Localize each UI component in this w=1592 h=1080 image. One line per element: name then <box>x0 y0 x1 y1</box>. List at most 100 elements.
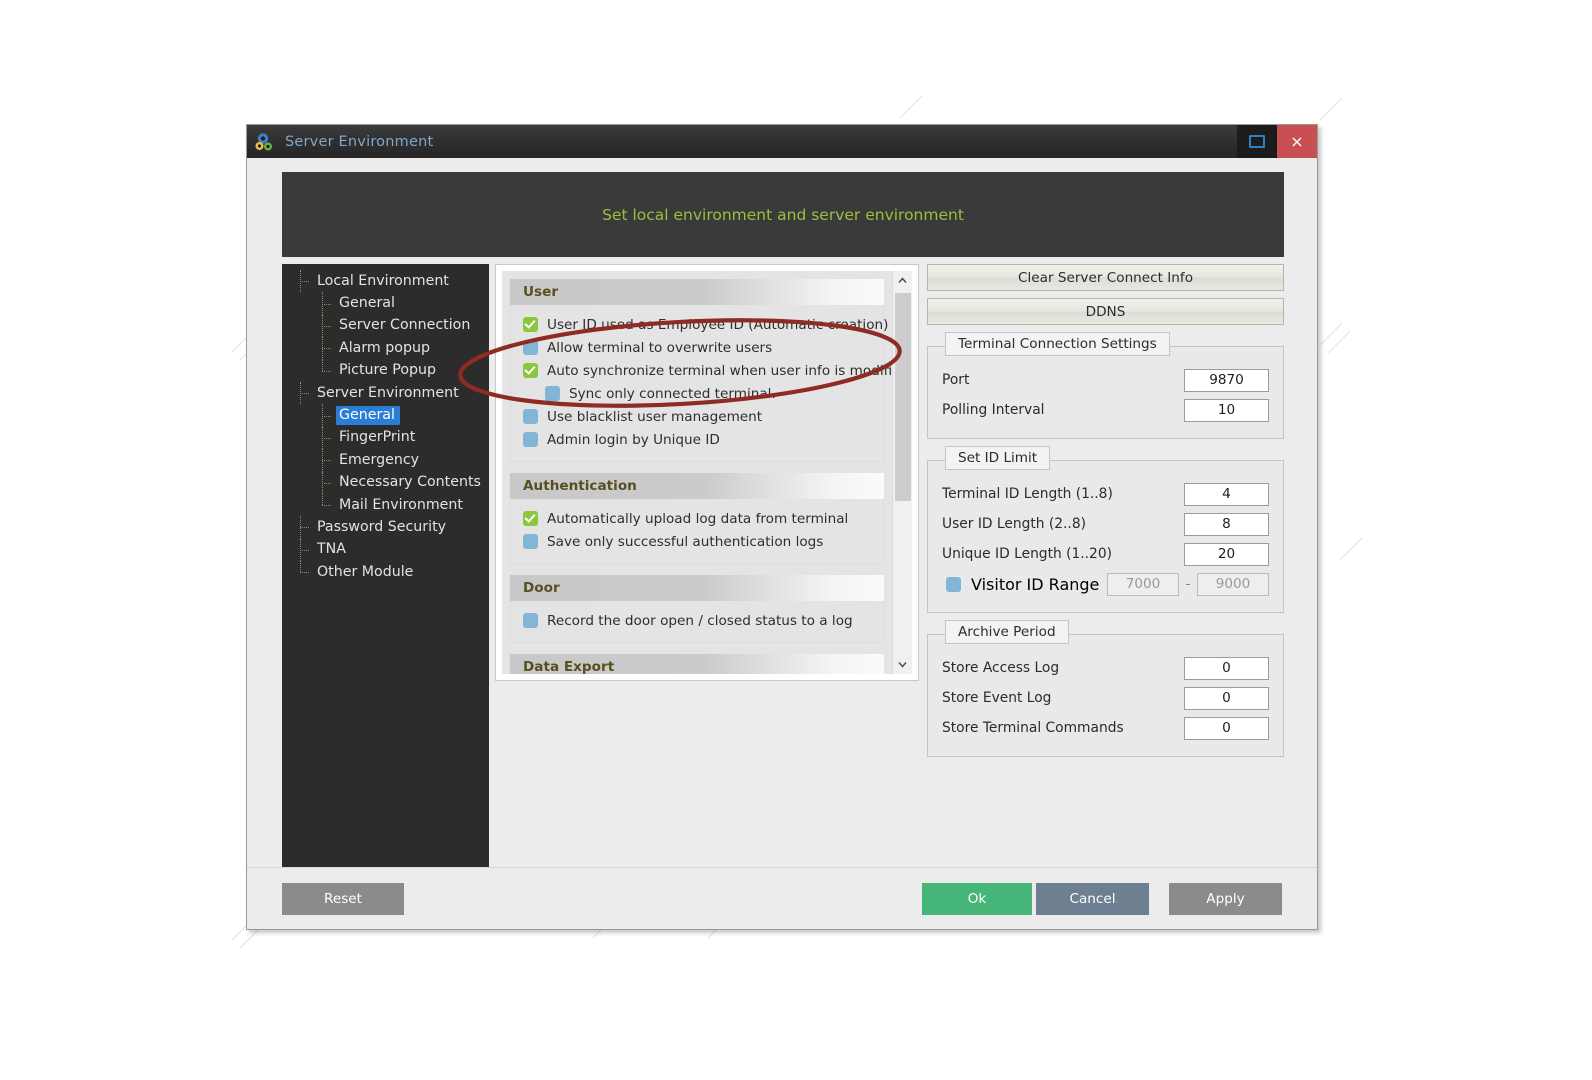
terminal-connection-settings-fieldset: Terminal Connection Settings Port 9870 Pol… <box>927 332 1284 439</box>
scroll-down-button[interactable] <box>893 655 912 674</box>
ddns-button[interactable]: DDNS <box>927 298 1284 325</box>
clear-server-connect-info-button[interactable]: Clear Server Connect Info <box>927 264 1284 291</box>
tree-item-other-module[interactable]: Other Module <box>282 561 489 583</box>
tree-item-tna[interactable]: TNA <box>282 538 489 562</box>
maximize-button[interactable] <box>1237 125 1277 158</box>
checkbox-row[interactable]: Sync only connected terminal. <box>523 383 873 404</box>
tree-item-label: Password Security <box>317 518 447 535</box>
field-value-input[interactable]: 0 <box>1184 686 1269 710</box>
checkbox-label: Automatically upload log data from termi… <box>547 510 849 527</box>
field-value-input[interactable]: 0 <box>1184 656 1269 680</box>
tree-item-password-security[interactable]: Password Security <box>282 516 489 540</box>
checkbox-row[interactable]: Automatically upload log data from termi… <box>523 508 873 529</box>
tree-item-label: Picture Popup <box>339 362 437 379</box>
checkbox-unchecked-icon[interactable] <box>523 534 538 549</box>
checkbox-unchecked-icon[interactable] <box>545 386 560 401</box>
scrollbar-thumb[interactable] <box>895 293 911 501</box>
tree-item-alarm-popup[interactable]: Alarm popup <box>282 337 489 360</box>
apply-button[interactable]: Apply <box>1169 883 1282 915</box>
settings-group-title: Authentication <box>510 473 884 499</box>
field-value-input[interactable]: 20 <box>1184 542 1269 566</box>
field-label: User ID Length (2..8) <box>942 516 1086 532</box>
title-bar[interactable]: Server Environment × <box>247 125 1317 158</box>
checkbox-row[interactable]: User ID used as Employee ID (Automatic c… <box>523 314 888 335</box>
tree-item-general[interactable]: General <box>282 404 489 428</box>
set-id-limit-fieldset: Set ID Limit Terminal ID Length (1..8) 4 U… <box>927 446 1284 613</box>
field-row: Port 9870 <box>942 365 1269 395</box>
tree-item-picture-popup[interactable]: Picture Popup <box>282 359 489 382</box>
tree-item-label: Emergency <box>339 451 420 468</box>
field-row: Store Access Log 0 <box>942 653 1269 683</box>
tree-connector <box>314 471 336 495</box>
options-scrollbar[interactable] <box>892 271 912 674</box>
window-buttons: × <box>1237 125 1317 158</box>
page-root: Server Environment × Set local environme… <box>0 0 1592 1080</box>
tree-item-mail-environment[interactable]: Mail Environment <box>282 493 489 516</box>
tree-connector <box>314 337 336 360</box>
visitor-id-range-from[interactable]: 7000 <box>1107 572 1179 596</box>
checkbox-checked-icon[interactable] <box>523 317 538 332</box>
visitor-id-range-checkbox[interactable] <box>946 576 961 592</box>
field-value-input[interactable]: 0 <box>1184 716 1269 740</box>
tree-item-label: General <box>339 295 395 312</box>
field-label: Terminal ID Length (1..8) <box>942 486 1113 502</box>
cancel-button[interactable]: Cancel <box>1036 883 1149 915</box>
dialog-footer: Reset Ok Cancel Apply <box>247 867 1317 929</box>
reset-button[interactable]: Reset <box>282 883 404 915</box>
tree-item-server-connection[interactable]: Server Connection <box>282 314 489 338</box>
settings-tree[interactable]: Local Environment General Server Connectio… <box>282 264 489 874</box>
tree-connector <box>314 314 336 338</box>
options-panel: User User ID used as Employee ID (Automat… <box>495 264 919 681</box>
tree-item-fingerprint[interactable]: FingerPrint <box>282 426 489 450</box>
checkbox-unchecked-icon[interactable] <box>523 409 538 424</box>
checkbox-checked-icon[interactable] <box>523 363 538 378</box>
checkbox-label: Sync only connected terminal. <box>569 385 776 402</box>
connection-settings-panel: Clear Server Connect Info DDNS Terminal … <box>927 264 1284 881</box>
scroll-up-button[interactable] <box>893 271 912 290</box>
field-value-input[interactable]: 9870 <box>1184 368 1269 392</box>
checkbox-label: User ID used as Employee ID (Automatic c… <box>547 316 889 333</box>
archive-period-rows: Store Access Log 0 Store Event Log 0 Store T… <box>942 653 1269 743</box>
banner-text: Set local environment and server environ… <box>602 205 964 224</box>
checkbox-row[interactable]: Use blacklist user management <box>523 406 873 427</box>
tree-item-local-environment[interactable]: Local Environment <box>282 270 489 293</box>
checkbox-unchecked-icon[interactable] <box>523 432 538 447</box>
maximize-icon <box>1249 135 1265 148</box>
tree-connector <box>314 404 336 428</box>
field-label: Store Event Log <box>942 690 1052 706</box>
tree-item-server-environment[interactable]: Server Environment <box>282 381 489 405</box>
tree-connector <box>314 359 336 382</box>
field-value-input[interactable]: 8 <box>1184 512 1269 536</box>
checkbox-checked-icon[interactable] <box>523 511 538 526</box>
checkbox-label: Save only successful authentication logs <box>547 533 824 550</box>
ok-button[interactable]: Ok <box>922 883 1032 915</box>
terminal-connection-settings-legend: Terminal Connection Settings <box>945 332 1170 356</box>
settings-group: User User ID used as Employee ID (Automat… <box>510 279 892 462</box>
tree-item-general[interactable]: General <box>282 292 489 316</box>
checkbox-row[interactable]: Auto synchronize terminal when user info… <box>523 360 892 381</box>
tree-item-label: Necessary Contents <box>339 474 481 491</box>
tree-item-necessary-contents[interactable]: Necessary Contents <box>282 471 489 495</box>
archive-period-legend: Archive Period <box>945 620 1069 644</box>
checkbox-row[interactable]: Save only successful authentication logs <box>523 531 873 552</box>
checkbox-unchecked-icon[interactable] <box>523 613 538 628</box>
field-value-input[interactable]: 4 <box>1184 482 1269 506</box>
field-value-input[interactable]: 10 <box>1184 398 1269 422</box>
field-label: Port <box>942 372 970 388</box>
tree-item-label: Other Module <box>317 563 414 580</box>
checkbox-row[interactable]: Record the door open / closed status to … <box>523 610 873 631</box>
options-panel-inner: User User ID used as Employee ID (Automat… <box>502 271 912 674</box>
checkbox-row[interactable]: Allow terminal to overwrite users <box>523 337 873 358</box>
close-button[interactable]: × <box>1277 125 1317 158</box>
visitor-id-range-to[interactable]: 9000 <box>1197 572 1269 596</box>
settings-group-body: Automatically upload log data from termi… <box>510 499 884 564</box>
tree-connector <box>314 426 336 450</box>
tree-item-emergency[interactable]: Emergency <box>282 449 489 472</box>
visitor-id-range-label: Visitor ID Range <box>971 574 1100 594</box>
checkbox-unchecked-icon[interactable] <box>523 340 538 355</box>
checkbox-row[interactable]: Admin login by Unique ID <box>523 429 873 450</box>
checkbox-label: Record the door open / closed status to … <box>547 612 853 629</box>
visitor-id-range-inputs: 7000 - 9000 <box>1107 572 1269 596</box>
tree-connector <box>292 516 314 540</box>
tree-connector <box>314 292 336 316</box>
